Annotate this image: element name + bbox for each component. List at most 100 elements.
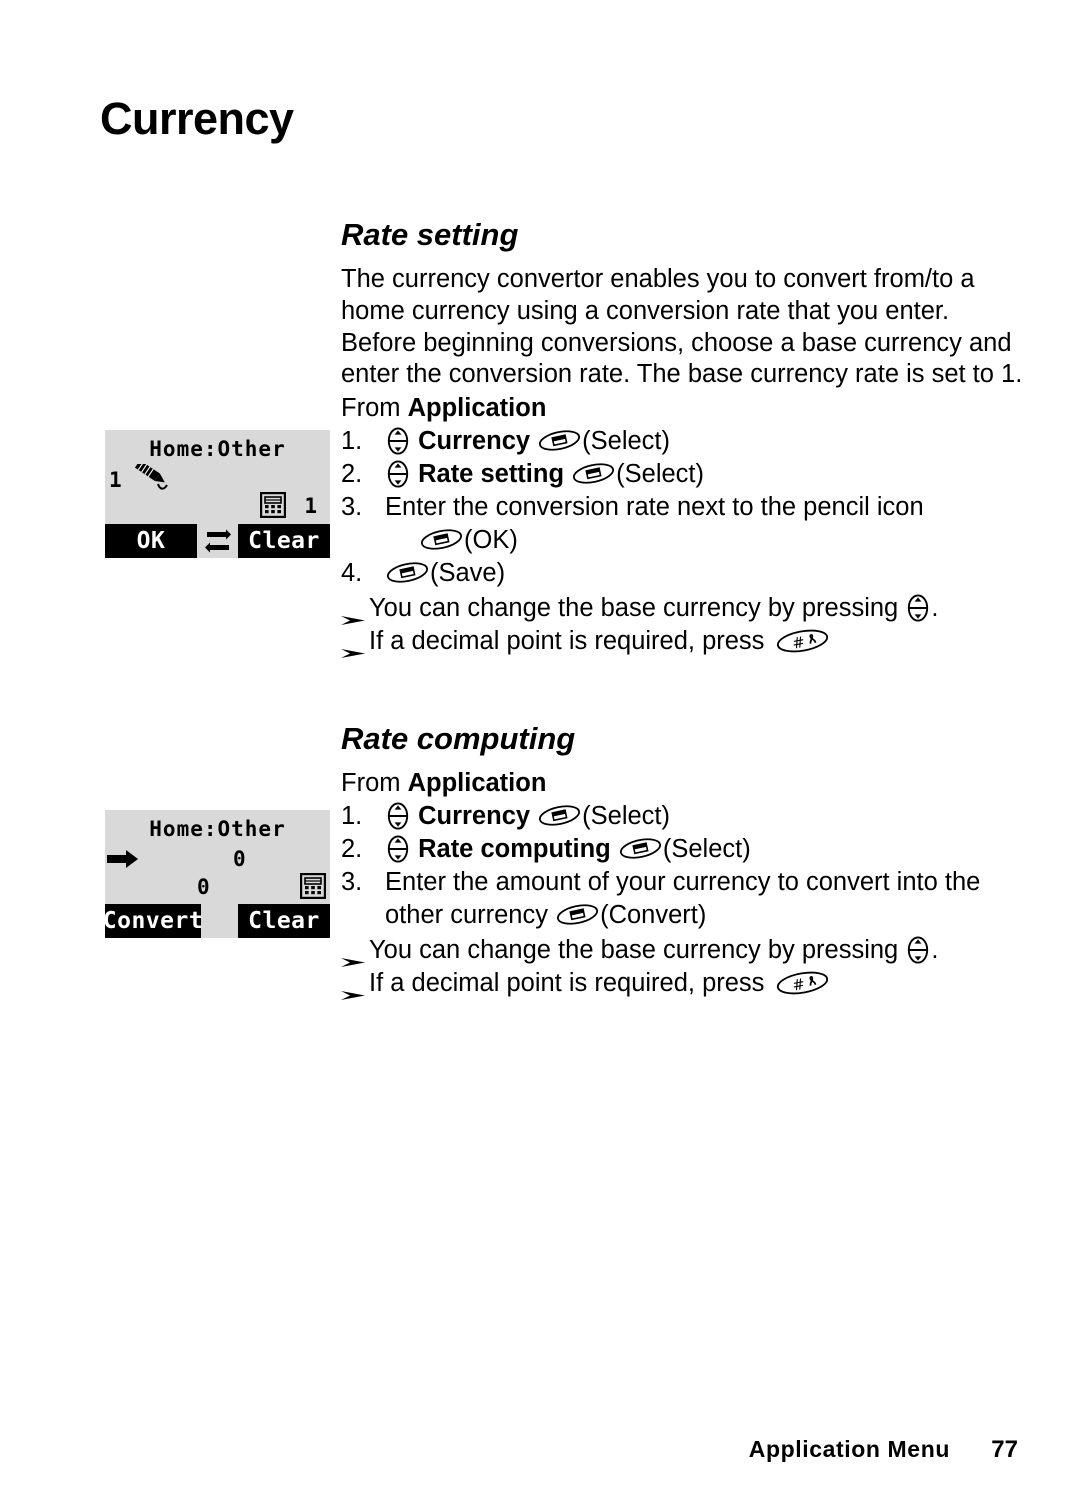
step-pre-label: other currency	[385, 900, 556, 929]
lcd-right-value: 1	[304, 494, 317, 518]
step-post-label: (OK)	[464, 526, 518, 555]
step-bold-label: Currency	[418, 801, 531, 830]
step-list-rate-computing: 1. Currency (Select) 2. Rate computing (…	[341, 800, 1041, 932]
from-application-line: From Application	[341, 393, 1041, 425]
note-text: If a decimal point is required, press	[369, 968, 772, 997]
lcd-upper-value: 0	[233, 847, 246, 871]
pencil-icon	[131, 460, 175, 500]
from-target: Application	[407, 769, 547, 798]
from-target: Application	[407, 394, 547, 423]
lcd-lower-value: 0	[197, 875, 210, 899]
right-arrow-icon	[107, 848, 139, 874]
from-prefix: From	[341, 769, 408, 798]
note-item: If a decimal point is required, press #	[341, 967, 1041, 1000]
calculator-icon	[299, 872, 327, 903]
paragraph-line: Before beginning conversions, choose a b…	[341, 328, 1012, 357]
nav-updown-key-icon	[387, 427, 409, 455]
step-list-rate-setting: 1. Currency (Select) 2. Rate setting (Se…	[341, 425, 1041, 590]
from-prefix: From	[341, 394, 408, 423]
softkey-clear-button[interactable]: Clear	[238, 524, 330, 558]
note-item: If a decimal point is required, press #	[341, 625, 1041, 659]
section-rate-setting: Rate setting The currency convertor enab…	[341, 217, 1041, 659]
soft-key-icon	[386, 560, 429, 585]
from-application-line: From Application	[341, 768, 1041, 800]
section-heading-rate-setting: Rate setting	[341, 217, 519, 252]
paragraph-line: The currency convertor enables you to co…	[341, 265, 975, 294]
softkey-ok-button[interactable]: OK	[105, 524, 197, 558]
lcd-left-value: 1	[109, 468, 122, 492]
note-text-after: .	[931, 594, 939, 623]
soft-key-icon	[538, 428, 581, 453]
page-footer: Application Menu 77	[0, 1436, 1080, 1470]
swap-currency-icon[interactable]	[197, 524, 238, 558]
arrow-bullet-icon	[341, 978, 365, 1000]
phone-screen-rate-setting: Home:Other 1 1 OK Clear	[105, 430, 330, 558]
arrow-bullet-icon	[341, 945, 365, 967]
step-bold-label: Rate computing	[418, 834, 611, 863]
paragraph-line: enter the conversion rate. The base curr…	[341, 360, 1023, 389]
soft-key-icon	[572, 461, 615, 486]
step-item: 3. Enter the conversion rate next to the…	[341, 491, 1041, 557]
step-item: 3. Enter the amount of your currency to …	[341, 866, 1041, 932]
lcd-title: Home:Other	[149, 817, 286, 841]
step-item: 4. (Save)	[341, 557, 1041, 590]
nav-updown-key-icon	[907, 594, 929, 622]
softkey-clear-button[interactable]: Clear	[238, 904, 330, 938]
hash-key-icon: #	[776, 628, 829, 654]
step-line: Enter the amount of your currency to con…	[385, 867, 981, 896]
step-item: 1. Currency (Select)	[341, 425, 1041, 458]
step-number: 3.	[341, 493, 363, 522]
note-item: You can change the base currency by pres…	[341, 592, 1041, 626]
step-line: other currency (Convert)	[385, 899, 1041, 932]
step-bold-label: Currency	[418, 427, 531, 456]
step-number: 1.	[341, 801, 363, 830]
step-post-label: (Select)	[582, 427, 671, 456]
section-paragraph-rate-setting: The currency convertor enables you to co…	[341, 264, 1041, 391]
note-text: If a decimal point is required, press	[369, 627, 772, 656]
lcd-softkey-bar: OK Clear	[105, 524, 330, 558]
note-text-after: .	[931, 935, 939, 964]
softkey-convert-button[interactable]: Convert	[105, 904, 203, 938]
note-item: You can change the base currency by pres…	[341, 934, 1041, 967]
arrow-bullet-icon	[341, 636, 365, 659]
soft-key-icon	[556, 902, 599, 927]
step-line: Enter the conversion rate next to the pe…	[385, 493, 924, 522]
nav-updown-key-icon	[387, 835, 409, 863]
arrow-bullet-icon	[341, 603, 365, 626]
note-text: You can change the base currency by pres…	[369, 935, 906, 964]
nav-updown-key-icon	[907, 936, 929, 964]
step-number: 2.	[341, 834, 363, 863]
step-line: Currency (Select)	[385, 425, 1041, 458]
paragraph-line: home currency using a conversion rate th…	[341, 296, 950, 325]
step-number: 1.	[341, 427, 363, 456]
step-post-label: (Select)	[582, 801, 671, 830]
section-heading-rate-computing: Rate computing	[341, 721, 576, 756]
note-list-rate-setting: You can change the base currency by pres…	[341, 592, 1041, 659]
step-post-label: (Select)	[616, 460, 704, 489]
lcd-softkey-bar: Convert Clear	[105, 904, 330, 938]
step-post-label: (Convert)	[600, 900, 707, 929]
svg-text:#: #	[790, 975, 806, 995]
footer-section-label: Application Menu	[748, 1436, 950, 1462]
note-text: You can change the base currency by pres…	[369, 594, 906, 623]
soft-key-icon	[538, 803, 581, 828]
note-list-rate-computing: You can change the base currency by pres…	[341, 934, 1041, 1000]
step-item: 2. Rate setting (Select)	[341, 458, 1041, 491]
step-post-label: (Save)	[430, 559, 506, 588]
manual-page: Currency Rate setting The currency conve…	[0, 0, 1080, 1500]
soft-key-icon	[420, 527, 463, 552]
lcd-title: Home:Other	[149, 437, 286, 461]
step-number: 2.	[341, 460, 363, 489]
step-line: (Save)	[385, 557, 1041, 590]
footer-page-number: 77	[991, 1436, 1018, 1463]
nav-updown-key-icon	[387, 802, 409, 830]
soft-key-icon	[619, 836, 662, 861]
step-line: (OK)	[385, 524, 1041, 557]
step-item: 2. Rate computing (Select)	[341, 833, 1041, 866]
step-line: Currency (Select)	[385, 800, 1041, 833]
step-line: Rate setting (Select)	[385, 458, 1041, 491]
step-bold-label: Rate setting	[418, 460, 565, 489]
svg-text:#: #	[790, 633, 806, 653]
step-line: Rate computing (Select)	[385, 833, 1041, 866]
section-rate-computing: Rate computing From Application 1. Curre…	[341, 721, 1041, 1000]
